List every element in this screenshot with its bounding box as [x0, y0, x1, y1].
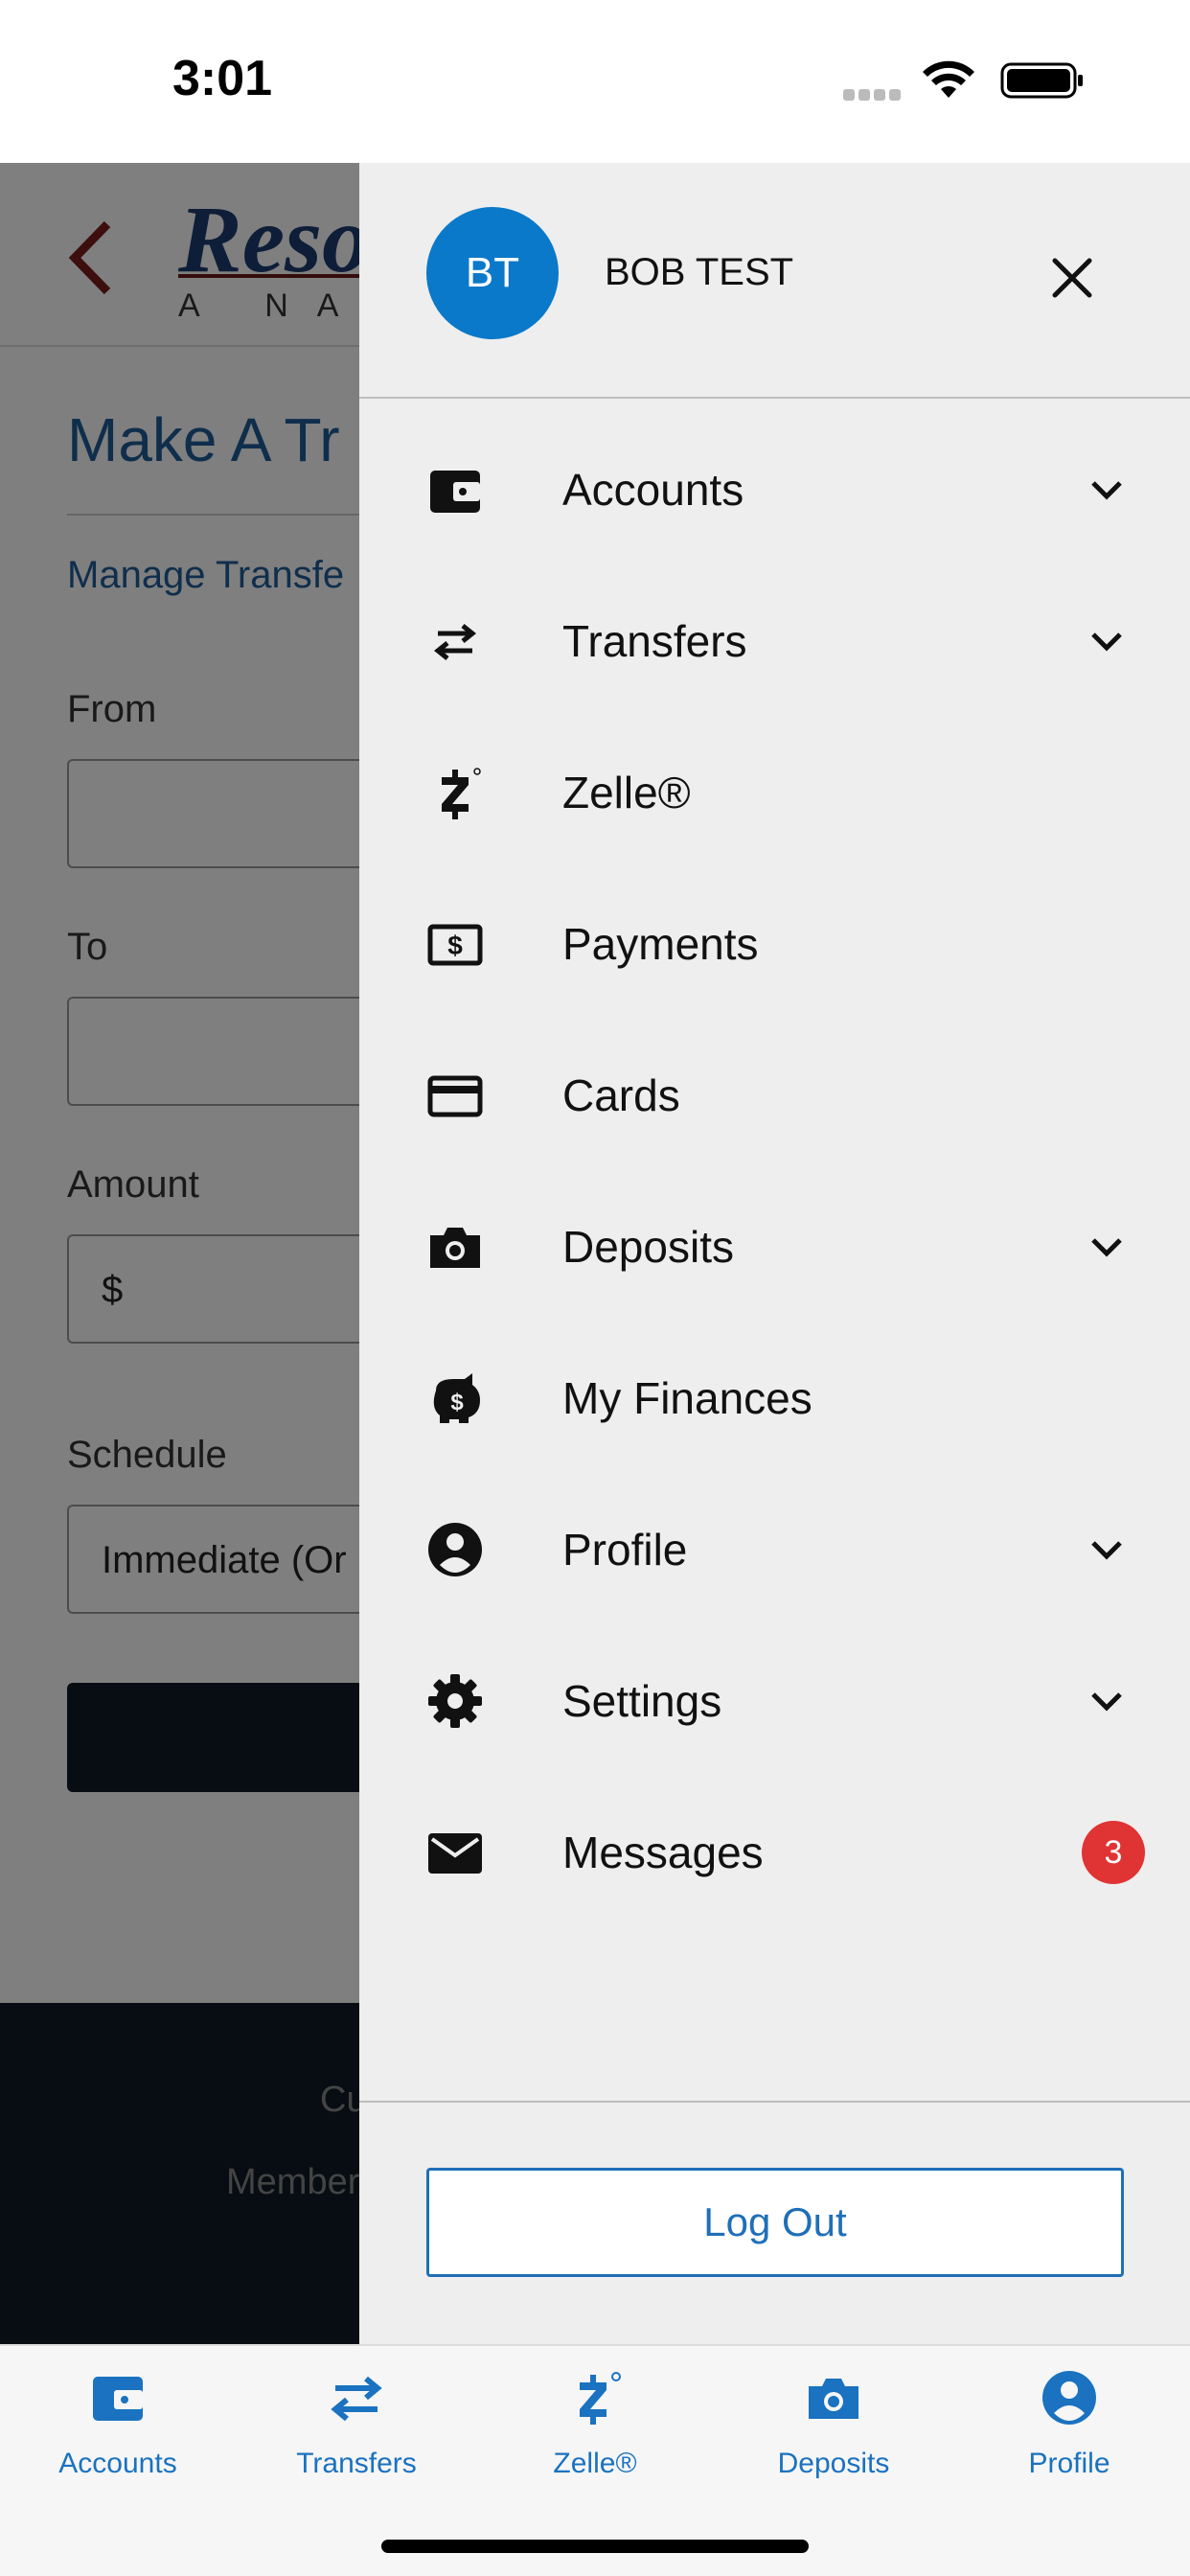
menu-item-settings[interactable]: Settings	[359, 1625, 1190, 1777]
chevron-down-icon	[1091, 632, 1122, 652]
chevron-down-icon	[1091, 1541, 1122, 1560]
wallet-icon	[93, 2377, 143, 2421]
menu-item-payments[interactable]: $ Payments	[359, 868, 1190, 1020]
camera-icon	[809, 2379, 858, 2419]
zelle-icon	[580, 2372, 621, 2425]
svg-text:$: $	[447, 931, 463, 960]
tab-transfers[interactable]: Transfers	[251, 2369, 462, 2503]
menu-item-accounts[interactable]: Accounts	[359, 414, 1190, 565]
menu-label: Settings	[562, 1676, 722, 1726]
cellular-signal-icon	[843, 86, 904, 104]
dollar-bill-icon: $	[427, 924, 483, 966]
wifi-icon	[923, 60, 974, 98]
person-circle-icon	[1042, 2371, 1096, 2425]
tab-deposits[interactable]: Deposits	[728, 2369, 939, 2503]
chevron-down-icon	[1091, 1692, 1122, 1712]
menu-label: Messages	[562, 1828, 764, 1877]
menu-item-deposits[interactable]: Deposits	[359, 1171, 1190, 1322]
camera-icon	[430, 1228, 480, 1268]
tab-label: Deposits	[777, 2448, 890, 2479]
menu-label: Cards	[562, 1070, 680, 1120]
gear-icon	[428, 1674, 482, 1728]
tab-zelle[interactable]: Zelle®	[490, 2369, 700, 2503]
transfer-arrows-icon	[433, 624, 477, 660]
status-time: 3:01	[172, 51, 273, 106]
menu-label: My Finances	[562, 1373, 812, 1423]
menu-item-zelle[interactable]: Zelle®	[359, 717, 1190, 868]
menu-label: Zelle®	[562, 768, 691, 817]
drawer-footer-divider	[359, 2101, 1190, 2103]
chevron-down-icon	[1091, 481, 1122, 500]
person-circle-icon	[428, 1523, 482, 1576]
menu-label: Transfers	[562, 616, 747, 666]
menu-item-profile[interactable]: Profile	[359, 1474, 1190, 1625]
tab-accounts[interactable]: Accounts	[12, 2369, 223, 2503]
zelle-icon	[442, 768, 481, 819]
menu-item-transfers[interactable]: Transfers	[359, 565, 1190, 717]
svg-text:$: $	[450, 1390, 464, 1415]
status-bar: 3:01	[0, 0, 1190, 163]
drawer-header-divider	[359, 397, 1190, 399]
menu-label: Profile	[562, 1525, 688, 1575]
unread-count-badge: 3	[1082, 1821, 1145, 1884]
menu-label: Deposits	[562, 1222, 734, 1272]
menu-item-cards[interactable]: Cards	[359, 1020, 1190, 1171]
wallet-icon	[430, 471, 480, 513]
envelope-icon	[428, 1833, 482, 1874]
tab-label: Zelle®	[553, 2448, 637, 2479]
menu-label: Payments	[562, 919, 759, 969]
tab-label: Profile	[1028, 2448, 1110, 2479]
piggy-bank-icon: $	[433, 1373, 480, 1423]
menu-item-messages[interactable]: Messages 3	[359, 1777, 1190, 1928]
home-indicator[interactable]	[381, 2540, 809, 2553]
tab-profile[interactable]: Profile	[964, 2369, 1175, 2503]
battery-icon	[1000, 62, 1083, 99]
side-menu-drawer: BT BOB TEST Accounts Transfers Zelle® $ …	[359, 163, 1190, 2344]
tab-label: Accounts	[58, 2448, 177, 2479]
avatar: BT	[426, 207, 559, 339]
log-out-button[interactable]: Log Out	[426, 2168, 1124, 2277]
menu-item-my-finances[interactable]: $ My Finances	[359, 1322, 1190, 1474]
transfer-arrows-icon	[331, 2376, 382, 2422]
user-name: BOB TEST	[605, 251, 794, 293]
close-icon[interactable]	[1049, 255, 1095, 301]
chevron-down-icon	[1091, 1238, 1122, 1257]
tab-label: Transfers	[296, 2448, 417, 2479]
menu-label: Accounts	[562, 465, 744, 515]
credit-card-icon	[427, 1075, 483, 1117]
